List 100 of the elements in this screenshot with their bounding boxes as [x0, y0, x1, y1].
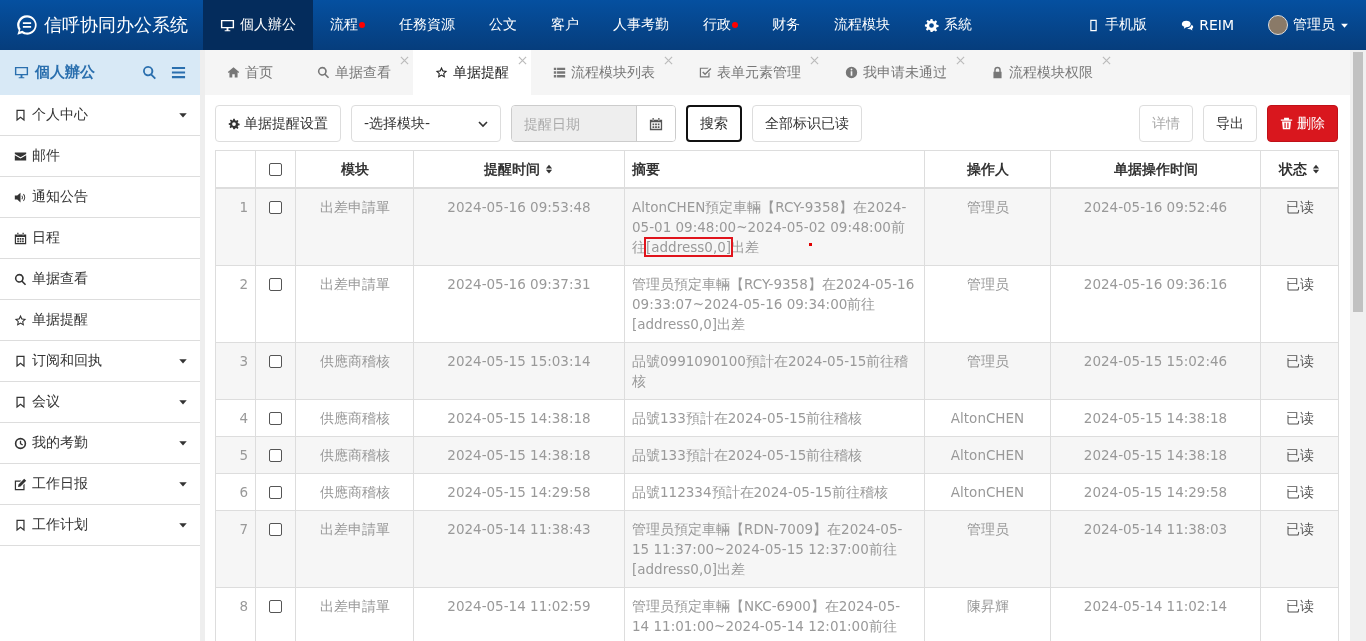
nav-tab[interactable]: 财务 — [755, 0, 817, 50]
export-button[interactable]: 导出 — [1203, 105, 1257, 142]
nav-tab[interactable]: 公文 — [472, 0, 534, 50]
settings-icon — [228, 117, 240, 130]
summary-text: 管理员預定車輛【RDN-7009】在2024-05-15 11:37:00~2024-05-15 12:37:00前往[address0,0]出差 — [632, 520, 904, 579]
summary-text: 品號133預計在2024-05-15前往稽核 — [632, 409, 864, 428]
sidebar-item[interactable]: 工作计划 — [0, 505, 200, 546]
notification-dot — [732, 22, 738, 28]
nav-tab[interactable]: 行政 — [686, 0, 755, 50]
column-header: 单据操作时间 — [1113, 160, 1198, 179]
nav-tab[interactable]: 人事考勤 — [596, 0, 686, 50]
row-checkbox[interactable] — [269, 411, 282, 425]
page-tab[interactable]: 我申请未通过 — [823, 50, 969, 95]
table-cell: 出差申請單 — [295, 510, 414, 588]
row-checkbox[interactable] — [269, 448, 282, 462]
notification-dot — [359, 22, 365, 28]
star-icon — [14, 313, 27, 327]
table-cell: 2024-05-14 11:38:03 — [1050, 510, 1261, 588]
row-checkbox[interactable] — [269, 485, 282, 499]
row-number: 5 — [239, 447, 248, 463]
nav-tab[interactable]: 系統 — [907, 0, 989, 50]
search-button[interactable]: 搜索 — [686, 105, 742, 142]
row-number: 1 — [239, 199, 248, 215]
page-tab[interactable]: 单据提醒 — [413, 50, 531, 95]
table-cell: 2024-05-16 09:53:48 — [413, 188, 625, 266]
table-cell: 2024-05-15 14:38:18 — [1050, 436, 1261, 474]
module-select[interactable]: -选择模块- — [351, 105, 501, 142]
table-cell: 2024-05-15 15:02:46 — [1050, 342, 1261, 400]
table-cell: 供應商稽核 — [295, 436, 414, 474]
status-cell: 已读 — [1260, 436, 1339, 474]
delete-button[interactable]: 删除 — [1267, 105, 1338, 142]
table-cell: 管理员 — [924, 342, 1051, 400]
sidebar-item[interactable]: 个人中心 — [0, 95, 200, 136]
row-number: 8 — [239, 598, 248, 614]
nav-tab[interactable]: 客户 — [534, 0, 596, 50]
sidebar-item[interactable]: 工作日报 — [0, 464, 200, 505]
table-cell: 2024-05-15 14:38:18 — [1050, 399, 1261, 437]
summary-text: 品號133預計在2024-05-15前往稽核 — [632, 446, 864, 465]
bookmark-icon — [14, 354, 27, 368]
sidebar-item[interactable]: 我的考勤 — [0, 423, 200, 464]
table-cell: 2024-05-15 14:38:18 — [413, 436, 625, 474]
table-cell: 2024-05-15 15:03:14 — [413, 342, 625, 400]
page-tab[interactable]: 单据查看 — [295, 50, 413, 95]
sidebar-item[interactable]: 单据查看 — [0, 259, 200, 300]
sidebar-item[interactable]: 单据提醒 — [0, 300, 200, 341]
top-link[interactable]: REIM — [1164, 0, 1251, 50]
table-cell: AltonCHEN — [924, 473, 1051, 511]
summary-text: 品號112334預計在2024-05-15前往稽核 — [632, 483, 889, 502]
page-tab[interactable]: 流程模块权限 — [969, 50, 1115, 95]
row-checkbox[interactable] — [269, 200, 282, 214]
row-checkbox[interactable] — [269, 354, 282, 368]
nav-tab[interactable]: 流程 — [313, 0, 382, 50]
settings-button[interactable]: 单据提醒设置 — [215, 105, 341, 142]
sidebar-item[interactable]: 通知公告 — [0, 177, 200, 218]
trash-icon — [1280, 117, 1293, 130]
table-cell: 管理员 — [924, 188, 1051, 266]
page-tab[interactable]: 表单元素管理 — [677, 50, 823, 95]
nav-tab[interactable]: 個人辦公 — [203, 0, 313, 50]
table-cell: 2024-05-14 11:38:43 — [413, 510, 625, 588]
row-checkbox[interactable] — [269, 599, 282, 613]
sidebar-item[interactable]: 订阅和回执 — [0, 341, 200, 382]
table-cell: 供應商稽核 — [295, 473, 414, 511]
search-icon — [14, 272, 27, 286]
caret-icon — [178, 110, 188, 120]
table-cell: 2024-05-15 14:29:58 — [413, 473, 625, 511]
page-tab[interactable]: 流程模块列表 — [531, 50, 677, 95]
row-number: 4 — [239, 410, 248, 426]
row-number: 6 — [239, 484, 248, 500]
sidebar-item[interactable]: 日程 — [0, 218, 200, 259]
mark-all-read-button[interactable]: 全部标识已读 — [752, 105, 862, 142]
lock-icon — [991, 66, 1004, 79]
top-link[interactable]: 手机版 — [1070, 0, 1165, 50]
table-cell: AltonCHEN — [924, 399, 1051, 437]
search-icon — [142, 65, 157, 80]
avatar-icon — [1268, 15, 1288, 35]
page-tab[interactable]: 首页 — [205, 50, 295, 95]
column-header[interactable]: 提醒时间 — [484, 159, 554, 179]
status-cell: 已读 — [1260, 399, 1339, 437]
column-header: 模块 — [340, 160, 369, 179]
chat-bubble-icon — [16, 14, 38, 36]
nav-tab[interactable]: 任務資源 — [382, 0, 472, 50]
envelope-icon — [14, 149, 27, 163]
clock-icon — [14, 436, 27, 450]
calendar-icon — [14, 231, 27, 245]
table-cell: 2024-05-16 09:52:46 — [1050, 188, 1261, 266]
search-icon — [317, 66, 330, 79]
select-all-checkbox[interactable] — [269, 162, 282, 176]
star-icon — [435, 66, 448, 79]
row-checkbox[interactable] — [269, 277, 282, 291]
table-cell: 2024-05-15 14:29:58 — [1050, 473, 1261, 511]
row-number: 7 — [239, 521, 248, 537]
row-checkbox[interactable] — [269, 522, 282, 536]
monitor-icon — [220, 17, 235, 33]
user-menu[interactable]: 管理员 — [1251, 0, 1366, 50]
caret-icon — [178, 397, 188, 407]
summary-text: 品號0991090100預計在2024-05-15前往稽核 — [632, 352, 910, 391]
home-icon — [227, 66, 240, 79]
sidebar-item[interactable]: 会议 — [0, 382, 200, 423]
sidebar-item[interactable]: 邮件 — [0, 136, 200, 177]
nav-tab[interactable]: 流程模块 — [817, 0, 907, 50]
